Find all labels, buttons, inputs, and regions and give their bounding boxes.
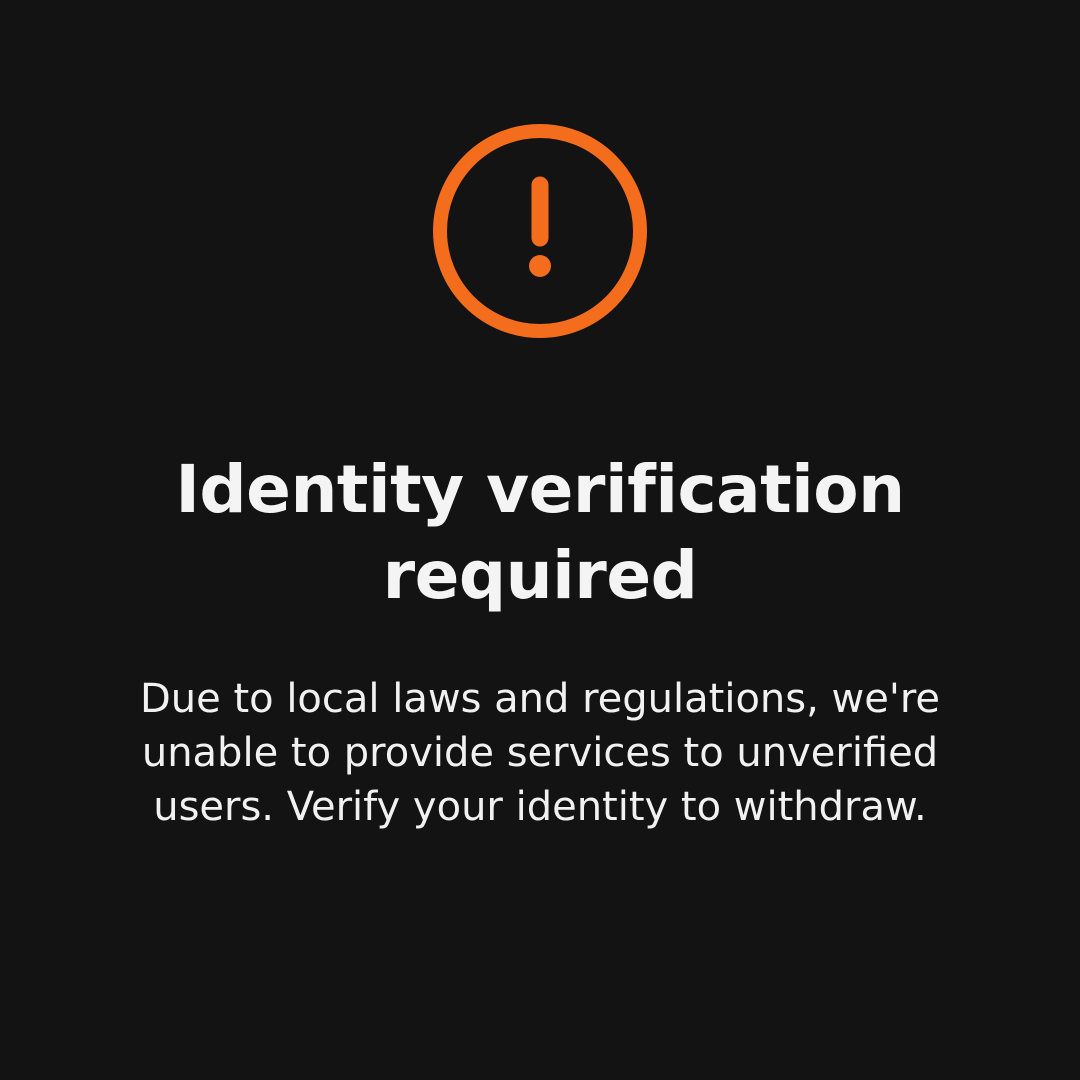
identity-verification-screen: Identity verification required Due to lo… [0,0,1080,1080]
verification-message: Due to local laws and regulations, we're… [139,676,941,830]
exclamation-circle-icon [432,123,648,339]
page-title: Identity verification required [175,451,905,614]
